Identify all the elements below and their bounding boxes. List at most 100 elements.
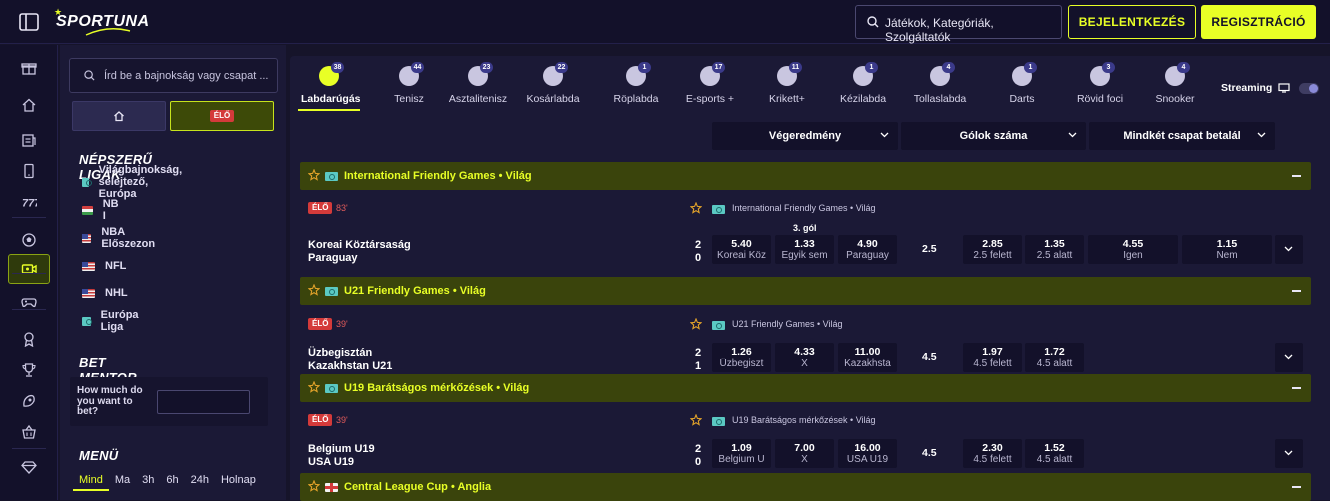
popular-league-item[interactable]: Európa Liga: [82, 309, 143, 333]
favorite-star-icon[interactable]: [690, 202, 702, 214]
rail-basket-button[interactable]: [15, 422, 43, 442]
sport-tab-6[interactable]: 17 E-sports +: [670, 62, 750, 111]
odds-button[interactable]: 1.26 Üzbegiszt: [712, 343, 771, 372]
event-row[interactable]: ÉLŐ 39' Belgium U19 USA U19 2 0 U19 Barátságos…: [300, 408, 1311, 478]
bet-amount-input[interactable]: [157, 390, 250, 414]
favorite-star-icon[interactable]: [308, 480, 320, 492]
sport-tab-1[interactable]: 38 Labdarúgás: [298, 62, 361, 111]
away-team[interactable]: Paraguay: [308, 252, 358, 264]
sport-tab-2[interactable]: 44 Tenisz: [369, 62, 449, 111]
time-filter-tab[interactable]: 3h: [136, 471, 160, 491]
time-filter-tab[interactable]: Holnap: [215, 471, 262, 491]
odds-outcome: 4.5 alatt: [1036, 454, 1073, 465]
collapse-icon[interactable]: [1292, 175, 1301, 177]
odds-button[interactable]: 1.52 4.5 alatt: [1025, 439, 1084, 468]
favorite-star-icon[interactable]: [308, 169, 320, 181]
sidebar-toggle-icon[interactable]: [19, 13, 39, 31]
rail-football-button[interactable]: [15, 230, 43, 250]
favorite-star-icon[interactable]: [308, 284, 320, 296]
live-badge: ÉLŐ: [308, 202, 333, 214]
rail-live-video-button[interactable]: [8, 254, 50, 284]
odds-button[interactable]: 11.00 Kazakhsta: [838, 343, 897, 372]
odds-button[interactable]: 1.33 Egyik sem: [775, 235, 834, 264]
sport-tab-4[interactable]: 22 Kosárlabda: [513, 62, 593, 111]
rail-mobile-button[interactable]: [15, 161, 43, 181]
odds-button[interactable]: 1.09 Belgium U: [712, 439, 771, 468]
streaming-switch[interactable]: [1299, 82, 1320, 94]
home-team[interactable]: Belgium U19: [308, 443, 375, 455]
sport-tab-8[interactable]: 1 Kézilabda: [823, 62, 903, 111]
odds-button[interactable]: 1.97 4.5 felett: [963, 343, 1022, 372]
odds-button[interactable]: 1.15 Nem: [1182, 235, 1272, 264]
odds-button[interactable]: 1.35 2.5 alatt: [1025, 235, 1084, 264]
odds-button[interactable]: 2.30 4.5 felett: [963, 439, 1022, 468]
odds-button[interactable]: 16.00 USA U19: [838, 439, 897, 468]
sport-tab-3[interactable]: 23 Asztalitenisz: [438, 62, 518, 111]
global-search-input[interactable]: Játékok, Kategóriák, Szolgáltatók: [855, 5, 1062, 44]
away-team[interactable]: USA U19: [308, 456, 354, 468]
time-filter-tab[interactable]: Mind: [73, 471, 109, 491]
sport-icon: 11: [777, 62, 802, 86]
rail-diamond-button[interactable]: [15, 457, 43, 477]
rail-slots-button[interactable]: 777: [15, 192, 43, 212]
sport-tab-10[interactable]: 1 Darts: [982, 62, 1062, 111]
odds-button[interactable]: 5.40 Koreai Köz: [712, 235, 771, 264]
popular-league-item[interactable]: NBA Előszezon: [82, 226, 159, 250]
league-group-header[interactable]: U19 Barátságos mérkőzések • Világ: [300, 374, 1311, 402]
more-markets-button[interactable]: [1275, 235, 1303, 264]
home-team[interactable]: Koreai Köztársaság: [308, 239, 411, 251]
market-dropdown[interactable]: Végeredmény: [712, 122, 898, 150]
popular-league-item[interactable]: Világbajnokság, selejtező, Európa: [82, 164, 189, 200]
market-dropdown[interactable]: Mindkét csapat betalál: [1089, 122, 1275, 150]
sport-tab-9[interactable]: 4 Tollaslabda: [900, 62, 980, 111]
league-search-input[interactable]: Írd be a bajnokság vagy csapat ...: [69, 58, 278, 93]
live-toggle-button[interactable]: ÉLŐ: [170, 101, 274, 131]
sport-tab-7[interactable]: 11 Krikett+: [747, 62, 827, 111]
odds-button[interactable]: 4.90 Paraguay: [838, 235, 897, 264]
odds-button[interactable]: 7.00 X: [775, 439, 834, 468]
rail-trophy-ribbon-button[interactable]: [15, 329, 43, 349]
sportuna-logo[interactable]: ★ SPORTUNA: [54, 7, 149, 37]
collapse-icon[interactable]: [1292, 486, 1301, 488]
time-filter-tab[interactable]: 6h: [160, 471, 184, 491]
odds-button[interactable]: 4.33 X: [775, 343, 834, 372]
collapse-icon[interactable]: [1292, 290, 1301, 292]
time-filter-tab[interactable]: Ma: [109, 471, 136, 491]
odds-button[interactable]: 2.85 2.5 felett: [963, 235, 1022, 264]
sport-tab-12[interactable]: 4 Snooker: [1135, 62, 1215, 111]
more-markets-button[interactable]: [1275, 439, 1303, 468]
market-dropdown[interactable]: Gólok száma: [901, 122, 1086, 150]
popular-league-item[interactable]: NFL: [82, 258, 126, 274]
event-row[interactable]: ÉLŐ 39' Üzbegisztán Kazakhstan U21 2 1 U21 Fri…: [300, 312, 1311, 382]
rail-home-button[interactable]: [15, 95, 43, 115]
register-button[interactable]: REGISZTRÁCIÓ: [1201, 5, 1316, 39]
league-group-header[interactable]: International Friendly Games • Világ: [300, 162, 1311, 190]
rail-tickets-button[interactable]: [15, 130, 43, 150]
rail-rocket-button[interactable]: [15, 391, 43, 411]
odds-button[interactable]: 4.55 Igen: [1088, 235, 1178, 264]
odds-button[interactable]: 1.72 4.5 alatt: [1025, 343, 1084, 372]
sport-count-badge: 1: [865, 62, 878, 73]
popular-league-item[interactable]: NHL: [82, 285, 128, 301]
sport-tab-5[interactable]: 1 Röplabda: [596, 62, 676, 111]
favorite-star-icon[interactable]: [690, 414, 702, 426]
prematch-toggle-button[interactable]: [72, 101, 166, 131]
away-team[interactable]: Kazakhstan U21: [308, 360, 392, 372]
streaming-toggle[interactable]: Streaming: [1221, 82, 1320, 94]
odds-outcome: Kazakhsta: [844, 358, 891, 369]
favorite-star-icon[interactable]: [690, 318, 702, 330]
home-team[interactable]: Üzbegisztán: [308, 347, 372, 359]
diamond-icon: [21, 461, 37, 474]
rail-gift-button[interactable]: [15, 58, 43, 78]
rail-cup-button[interactable]: [15, 360, 43, 380]
league-group-header[interactable]: Central League Cup • Anglia: [300, 473, 1311, 501]
event-row[interactable]: ÉLŐ 83' Koreai Köztársaság Paraguay 2 0 Intern…: [300, 196, 1311, 266]
collapse-icon[interactable]: [1292, 387, 1301, 389]
more-markets-button[interactable]: [1275, 343, 1303, 372]
login-button[interactable]: BEJELENTKEZÉS: [1068, 5, 1196, 39]
popular-league-item[interactable]: NB I: [82, 198, 121, 222]
time-filter-tab[interactable]: 24h: [185, 471, 215, 491]
sport-tab-11[interactable]: 3 Rövid foci: [1060, 62, 1140, 111]
favorite-star-icon[interactable]: [308, 381, 320, 393]
league-group-header[interactable]: U21 Friendly Games • Világ: [300, 277, 1311, 305]
